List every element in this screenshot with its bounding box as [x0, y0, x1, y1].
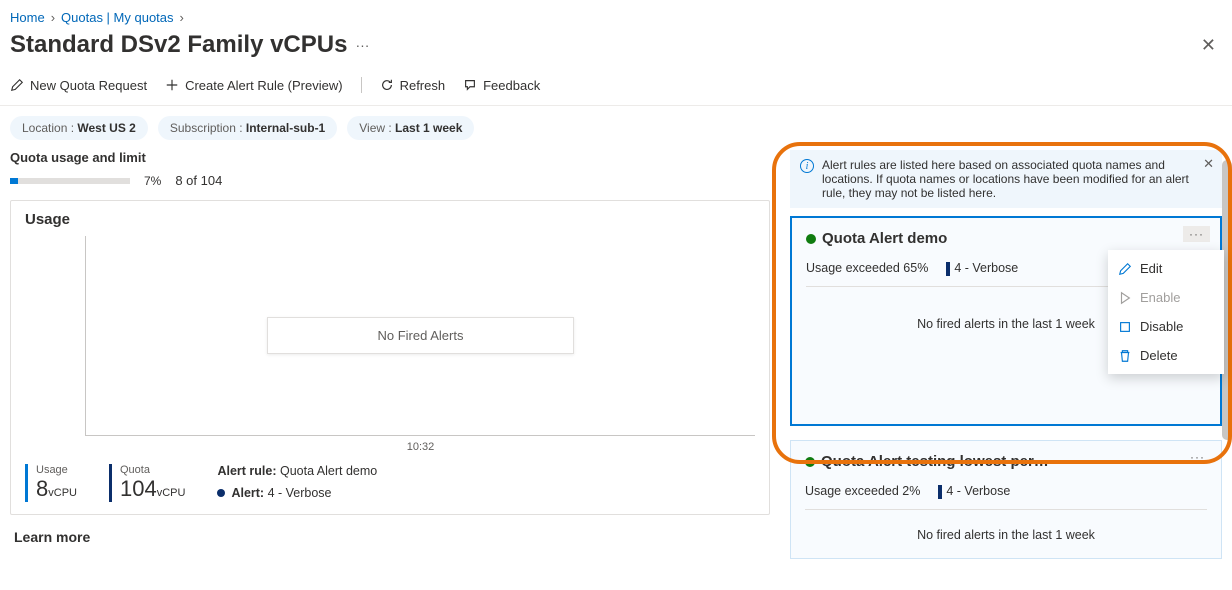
chart-x-tick: 10:32 — [407, 441, 435, 453]
chart-wrap: No Fired Alerts 10:32 — [85, 236, 755, 436]
alert-card[interactable]: Quota Alert testing lowest per… ··· Usag… — [790, 440, 1222, 559]
alert-card-title: Quota Alert testing lowest per… — [821, 453, 1049, 470]
chevron-right-icon: › — [51, 10, 55, 25]
play-icon — [1118, 291, 1132, 305]
feedback-icon — [463, 78, 477, 92]
alert-condition: Usage exceeded 2% — [805, 484, 920, 498]
menu-enable: Enable — [1108, 283, 1224, 312]
breadcrumb: Home › Quotas | My quotas › — [0, 0, 1232, 31]
dismiss-banner-button[interactable]: ✕ — [1203, 156, 1214, 172]
create-alert-rule-button[interactable]: Create Alert Rule (Preview) — [165, 78, 343, 93]
menu-disable[interactable]: Disable — [1108, 312, 1224, 341]
breadcrumb-quotas[interactable]: Quotas | My quotas — [61, 10, 174, 25]
quota-usage-heading: Quota usage and limit — [10, 150, 770, 165]
alert-context-menu: Edit Enable Disable Delete — [1108, 250, 1224, 374]
alert-card-more-button[interactable]: ··· — [1183, 226, 1210, 242]
quota-progress-bar — [10, 178, 130, 184]
plus-icon — [165, 78, 179, 92]
left-column: Quota usage and limit 7% 8 of 104 Usage … — [10, 150, 770, 559]
no-fired-alerts-box: No Fired Alerts — [267, 317, 575, 354]
severity-bar-icon — [938, 485, 942, 499]
no-fired-text: No fired alerts in the last 1 week — [805, 510, 1207, 546]
alert-card-title: Quota Alert demo — [822, 230, 947, 247]
alert-card-header: Quota Alert testing lowest per… — [805, 453, 1207, 470]
filter-location[interactable]: Location : West US 2 — [10, 116, 148, 140]
menu-delete[interactable]: Delete — [1108, 341, 1224, 370]
feedback-label: Feedback — [483, 78, 540, 93]
title-more-button[interactable]: ··· — [355, 37, 369, 53]
close-button[interactable]: ✕ — [1201, 36, 1216, 54]
chart-footer: Usage 8vCPU Quota 104vCPU Alert rule: Qu… — [25, 464, 755, 502]
quota-progress-fill — [10, 178, 18, 184]
filter-pills: Location : West US 2 Subscription : Inte… — [0, 106, 1232, 150]
status-enabled-icon — [806, 234, 816, 244]
chevron-right-icon: › — [180, 10, 184, 25]
feedback-button[interactable]: Feedback — [463, 78, 540, 93]
quota-count: 8 of 104 — [175, 173, 222, 188]
alert-card-subrow: Usage exceeded 2% 4 - Verbose — [805, 484, 1207, 510]
chart-area: No Fired Alerts 10:32 — [85, 236, 755, 436]
filter-view[interactable]: View : Last 1 week — [347, 116, 474, 140]
alert-rule-info: Alert rule: Quota Alert demo Alert: 4 - … — [217, 464, 377, 500]
refresh-label: Refresh — [400, 78, 446, 93]
refresh-button[interactable]: Refresh — [380, 78, 446, 93]
refresh-icon — [380, 78, 394, 92]
scrollbar[interactable] — [1222, 160, 1232, 588]
stop-icon — [1118, 320, 1132, 334]
usage-card-title: Usage — [25, 211, 755, 228]
right-column: i Alert rules are listed here based on a… — [790, 150, 1222, 559]
alert-condition: Usage exceeded 65% — [806, 261, 928, 275]
menu-edit[interactable]: Edit — [1108, 254, 1224, 283]
learn-more-heading: Learn more — [10, 529, 770, 545]
toolbar: New Quota Request Create Alert Rule (Pre… — [0, 69, 1232, 106]
toolbar-divider — [361, 77, 362, 93]
title-row: Standard DSv2 Family vCPUs ··· ✕ — [0, 31, 1232, 69]
severity-bar-icon — [946, 262, 950, 276]
usage-stat: Usage 8vCPU — [25, 464, 77, 502]
edit-icon — [10, 78, 24, 92]
alert-severity: 4 - Verbose — [946, 484, 1010, 498]
alert-card[interactable]: Quota Alert demo ··· Usage exceeded 65% … — [790, 216, 1222, 426]
trash-icon — [1118, 349, 1132, 363]
page-title: Standard DSv2 Family vCPUs — [10, 31, 347, 59]
alert-info-banner: i Alert rules are listed here based on a… — [790, 150, 1222, 208]
quota-percent: 7% — [144, 174, 161, 188]
new-quota-label: New Quota Request — [30, 78, 147, 93]
status-enabled-icon — [805, 457, 815, 467]
quota-stat: Quota 104vCPU — [109, 464, 185, 502]
breadcrumb-home[interactable]: Home — [10, 10, 45, 25]
severity-dot-icon — [217, 489, 225, 497]
edit-icon — [1118, 262, 1132, 276]
alert-severity: 4 - Verbose — [954, 261, 1018, 275]
info-icon: i — [800, 159, 814, 173]
quota-bar-row: 7% 8 of 104 — [10, 173, 770, 188]
create-alert-label: Create Alert Rule (Preview) — [185, 78, 343, 93]
alert-card-more-button[interactable]: ··· — [1184, 449, 1211, 465]
usage-card: Usage No Fired Alerts 10:32 Usage 8vCPU … — [10, 200, 770, 515]
alert-card-header: Quota Alert demo — [806, 230, 1206, 247]
info-banner-text: Alert rules are listed here based on ass… — [822, 158, 1212, 200]
new-quota-request-button[interactable]: New Quota Request — [10, 78, 147, 93]
filter-subscription[interactable]: Subscription : Internal-sub-1 — [158, 116, 337, 140]
